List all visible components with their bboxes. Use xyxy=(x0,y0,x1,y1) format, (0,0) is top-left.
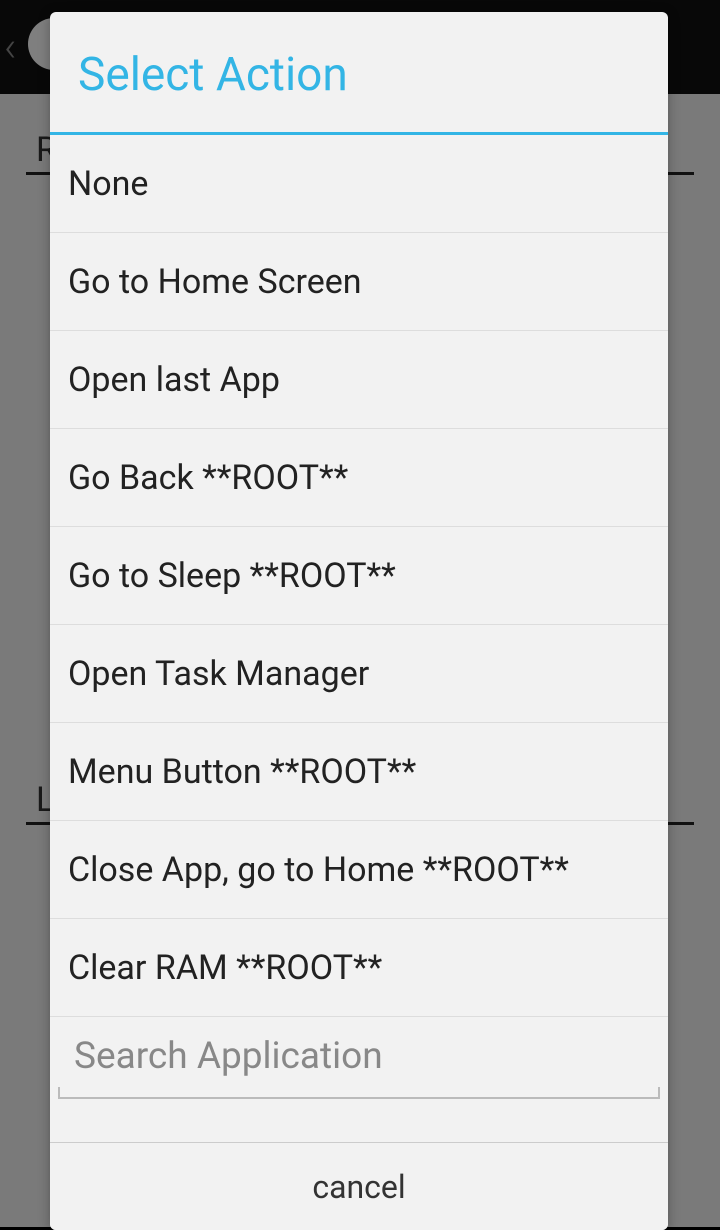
action-item-sleep[interactable]: Go to Sleep **ROOT** xyxy=(50,527,668,625)
cancel-button[interactable]: cancel xyxy=(50,1142,668,1230)
action-list: None Go to Home Screen Open last App Go … xyxy=(50,135,668,1142)
action-item-task-manager[interactable]: Open Task Manager xyxy=(50,625,668,723)
search-input-wrapper[interactable]: Search Application xyxy=(50,1017,668,1099)
search-placeholder: Search Application xyxy=(74,1035,383,1078)
action-item-close-app[interactable]: Close App, go to Home **ROOT** xyxy=(50,821,668,919)
select-action-dialog: Select Action None Go to Home Screen Ope… xyxy=(50,12,668,1230)
action-item-clear-ram[interactable]: Clear RAM **ROOT** xyxy=(50,919,668,1017)
action-item-none[interactable]: None xyxy=(50,135,668,233)
action-item-go-back[interactable]: Go Back **ROOT** xyxy=(50,429,668,527)
dialog-title: Select Action xyxy=(50,12,668,135)
action-item-last-app[interactable]: Open last App xyxy=(50,331,668,429)
action-item-menu[interactable]: Menu Button **ROOT** xyxy=(50,723,668,821)
action-item-home[interactable]: Go to Home Screen xyxy=(50,233,668,331)
